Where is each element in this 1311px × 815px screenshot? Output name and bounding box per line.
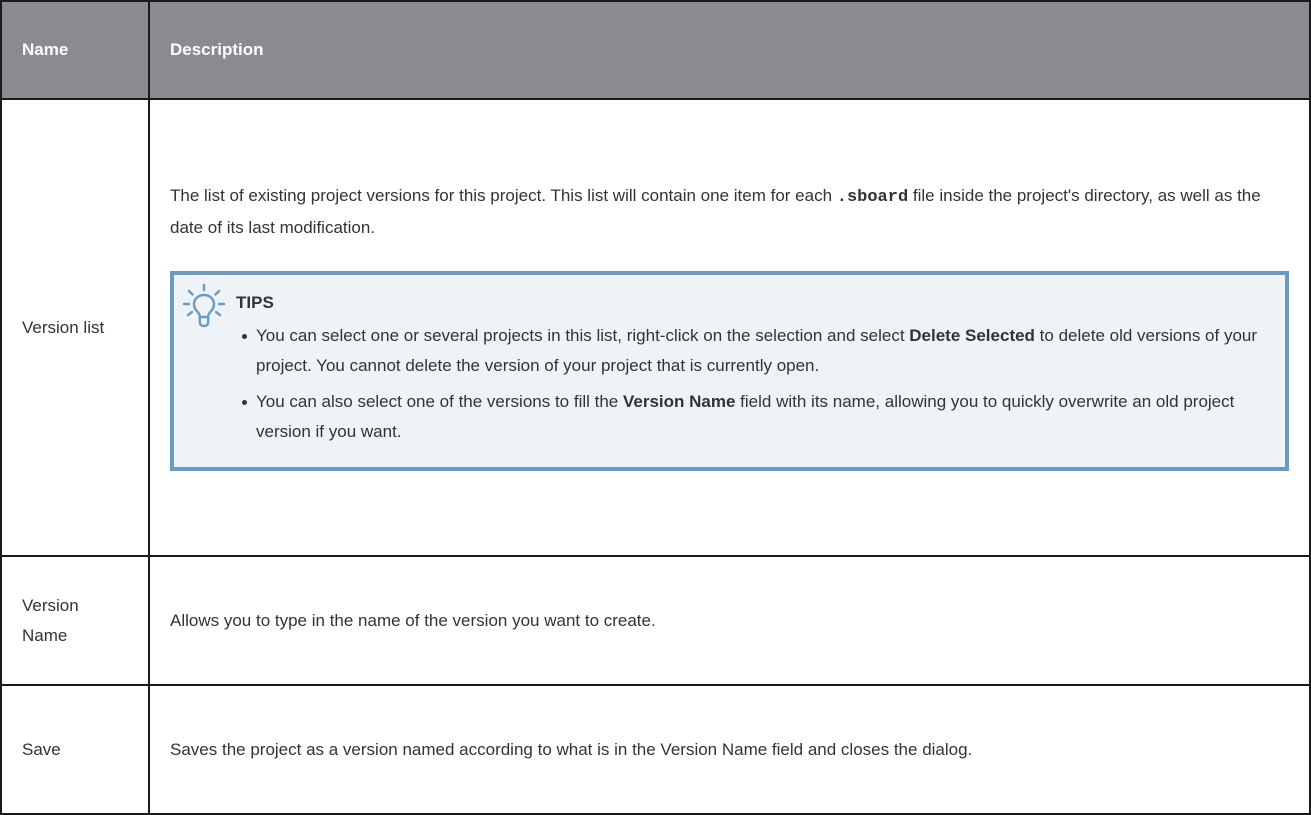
row-name-version-list: Version list bbox=[0, 98, 150, 557]
list-item: You can select one or several projects i… bbox=[242, 321, 1265, 381]
menu-command-delete-selected: Delete Selected bbox=[909, 325, 1035, 345]
row-description-version-name: Allows you to type in the name of the ve… bbox=[148, 555, 1311, 686]
table-row: Version Name Allows you to type in the n… bbox=[0, 555, 1311, 686]
list-item: You can also select one of the versions … bbox=[242, 387, 1265, 447]
column-header-name: Name bbox=[0, 0, 150, 100]
lightbulb-icon bbox=[182, 283, 226, 327]
table-row: Save Saves the project as a version name… bbox=[0, 684, 1311, 815]
row-description-version-list: The list of existing project versions fo… bbox=[148, 98, 1311, 557]
tip-text: You can also select one of the versions … bbox=[256, 391, 623, 411]
properties-table: Name Description Version list The list o… bbox=[0, 0, 1311, 815]
tips-box: TIPS You can select one or several proje… bbox=[170, 270, 1289, 471]
row-description-save: Saves the project as a version named acc… bbox=[148, 684, 1311, 815]
column-header-description: Description bbox=[148, 0, 1311, 100]
table-header-row: Name Description bbox=[0, 0, 1311, 100]
tip-text: You can select one or several projects i… bbox=[256, 325, 910, 345]
table-row: Version list The list of existing projec… bbox=[0, 98, 1311, 557]
description-text: The list of existing project versions fo… bbox=[170, 181, 1289, 243]
field-reference-version-name: Version Name bbox=[623, 391, 736, 411]
tips-title: TIPS bbox=[236, 292, 274, 312]
file-extension-code: .sboard bbox=[836, 187, 909, 207]
row-name-save: Save bbox=[0, 684, 150, 815]
tips-list: You can select one or several projects i… bbox=[236, 321, 1265, 447]
row-name-version-name: Version Name bbox=[0, 555, 150, 686]
description-text-part: The list of existing project versions fo… bbox=[170, 185, 837, 205]
